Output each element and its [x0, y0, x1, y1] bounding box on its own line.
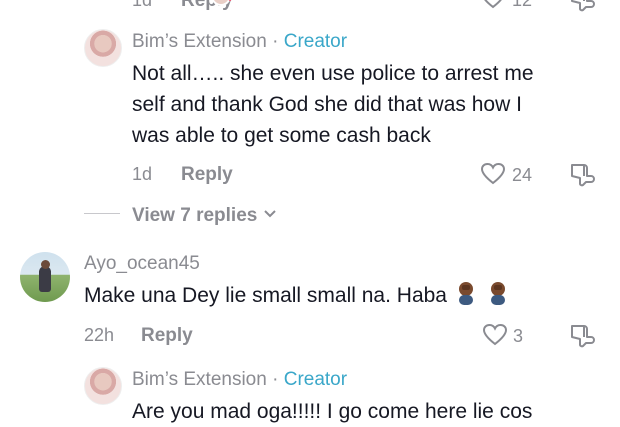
comment-text: Not all….. she even use police to arrest…	[132, 58, 534, 151]
chevron-down-icon	[263, 203, 277, 225]
avatar[interactable]	[84, 29, 122, 67]
dislike-icon[interactable]	[568, 0, 596, 12]
person-facepalming-icon	[453, 280, 479, 306]
comment-line: Are you mad oga!!!!! I go come here lie …	[132, 400, 533, 423]
author-name[interactable]: Bim’s Extension	[132, 31, 267, 52]
avatar[interactable]	[84, 367, 122, 405]
heart-icon[interactable]	[482, 323, 508, 347]
person-facepalming-icon	[485, 280, 511, 306]
comment-line: Make una Dey lie small small na. Haba	[84, 284, 447, 307]
separator-dot: ·	[272, 369, 279, 390]
view-replies-button[interactable]: View 7 replies	[132, 203, 277, 227]
comment-line: Not all….. she even use police to arrest…	[132, 62, 534, 85]
comment-text: Make una Dey lie small small na. Haba	[84, 280, 511, 311]
author-name[interactable]: Ayo_ocean45	[84, 253, 200, 275]
comment-line: was able to get some cash back	[132, 124, 431, 147]
reply-button[interactable]: Reply	[141, 325, 193, 347]
avatar[interactable]	[20, 252, 70, 302]
view-replies-label: View 7 replies	[132, 205, 258, 226]
comment-line: self and thank God she did that was how …	[132, 93, 522, 116]
creator-badge: Creator	[283, 369, 348, 390]
dislike-icon[interactable]	[568, 322, 596, 348]
heart-icon[interactable]	[480, 0, 506, 10]
reply-button[interactable]: Reply	[181, 164, 233, 186]
heart-icon[interactable]	[480, 162, 506, 186]
like-count: 12	[512, 0, 533, 10]
author-name[interactable]: Bim’s Extension	[132, 369, 267, 390]
comment-time: 1d	[132, 0, 153, 10]
comment-time: 1d	[132, 164, 153, 184]
like-count: 3	[513, 326, 524, 346]
comment-author-row: Bim’s Extension · Creator	[132, 31, 347, 53]
separator-dot: ·	[272, 31, 279, 52]
divider	[84, 213, 120, 214]
comment-author-row: Bim’s Extension · Creator	[132, 369, 347, 391]
like-count: 24	[512, 165, 533, 185]
creator-liked-avatar	[210, 0, 238, 10]
dislike-icon[interactable]	[568, 161, 596, 187]
comment-text: Are you mad oga!!!!! I go come here lie …	[132, 396, 532, 427]
comment-time: 22h	[84, 325, 115, 345]
creator-badge: Creator	[283, 31, 348, 52]
